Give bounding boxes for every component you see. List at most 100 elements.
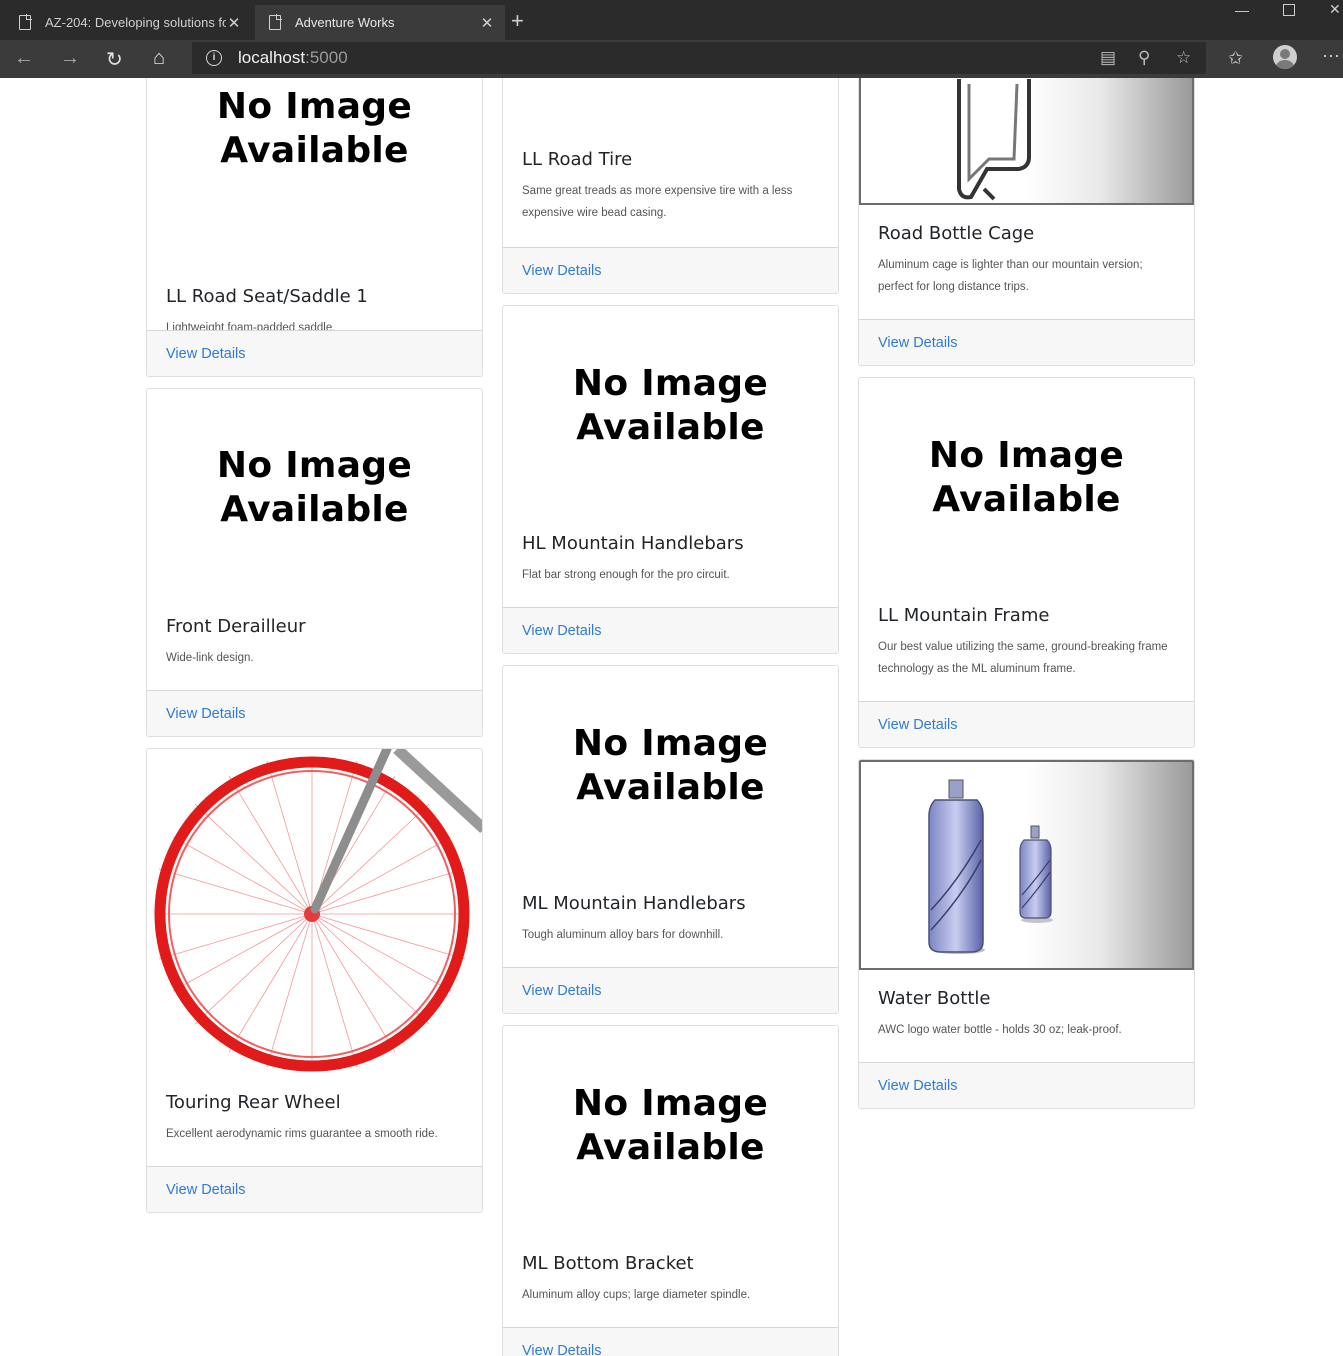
product-card: No Image Available ML Mountain Handlebars…	[502, 665, 839, 1014]
tab-adventure-works[interactable]: Adventure Works ✕	[255, 5, 505, 40]
maximize-icon[interactable]	[1283, 4, 1295, 16]
product-card: No Image Available LL Mountain Frame Our …	[858, 377, 1195, 748]
read-aloud-icon[interactable]: ▤	[1100, 48, 1116, 68]
view-details-link[interactable]: View Details	[166, 1182, 246, 1198]
product-description: Our best value utilizing the same, groun…	[878, 641, 1168, 675]
no-image-line1: No Image	[928, 435, 1125, 476]
minimize-icon[interactable]: —	[1235, 2, 1249, 18]
tab-az204[interactable]: AZ-204: Developing solutions for ✕	[5, 5, 252, 40]
page-icon	[19, 14, 32, 30]
card-footer: View Details	[503, 247, 838, 293]
product-title: ML Mountain Handlebars	[522, 893, 746, 914]
view-details-link[interactable]: View Details	[522, 1343, 602, 1356]
product-title: LL Mountain Frame	[878, 605, 1050, 626]
card-footer: View Details	[147, 690, 482, 736]
product-title: Touring Rear Wheel	[166, 1092, 341, 1113]
url-host: localhost	[238, 48, 306, 67]
product-description: Same great treads as more expensive tire…	[522, 185, 793, 219]
url-text[interactable]: localhost:5000	[238, 48, 348, 68]
product-card: No Image Available LL Road Seat/Saddle 1 …	[146, 78, 483, 377]
product-description: Flat bar strong enough for the pro circu…	[522, 569, 730, 581]
more-options-icon[interactable]: ···	[1322, 45, 1340, 66]
product-card: Water Bottle AWC logo water bottle - hol…	[858, 759, 1195, 1109]
product-title: ML Bottom Bracket	[522, 1253, 694, 1274]
no-image-placeholder: No Image Available	[503, 306, 838, 531]
no-image-line1: No Image	[572, 723, 769, 764]
no-image-placeholder: No Image Available	[147, 78, 482, 284]
view-details-link[interactable]: View Details	[166, 706, 246, 722]
product-description: Wide-link design.	[166, 652, 254, 664]
favorites-icon[interactable]: ✩	[1228, 48, 1243, 69]
no-image-line2: Available	[220, 130, 409, 171]
zoom-icon[interactable]: ⚲	[1138, 48, 1150, 68]
close-icon[interactable]: ✕	[479, 14, 495, 32]
view-details-link[interactable]: View Details	[878, 335, 958, 351]
page-content: No Image Available LL Road Seat/Saddle 1 …	[0, 78, 1343, 1356]
product-card: No Image Available ML Bottom Bracket Alum…	[502, 1025, 839, 1356]
card-footer: View Details	[147, 330, 482, 376]
card-footer: View Details	[503, 1327, 838, 1356]
view-details-link[interactable]: View Details	[878, 1078, 958, 1094]
view-details-link[interactable]: View Details	[878, 717, 958, 733]
window-close-icon[interactable]: ✕	[1329, 1, 1341, 18]
page-icon	[269, 14, 282, 30]
url-port: :5000	[305, 48, 348, 67]
product-card: No Image Available HL Mountain Handlebars…	[502, 305, 839, 654]
navigation-bar: ← → ↻ ⌂ i localhost:5000 ▤ ⚲ ☆ ✩ ···	[0, 40, 1343, 78]
product-title: LL Road Seat/Saddle 1	[166, 286, 368, 307]
close-icon[interactable]: ✕	[226, 14, 242, 32]
card-footer: View Details	[503, 607, 838, 653]
no-image-placeholder	[503, 78, 838, 147]
no-image-placeholder: No Image Available	[503, 666, 838, 891]
product-title: HL Mountain Handlebars	[522, 533, 744, 554]
product-description: Excellent aerodynamic rims guarantee a s…	[166, 1128, 438, 1140]
no-image-line1: No Image	[216, 86, 413, 127]
no-image-line2: Available	[576, 407, 765, 448]
water-bottles-drawing	[928, 779, 1053, 954]
no-image-line2: Available	[576, 767, 765, 808]
product-card: No Image Available Front Derailleur Wide-…	[146, 388, 483, 737]
no-image-line1: No Image	[216, 445, 413, 486]
no-image-placeholder: No Image Available	[503, 1026, 838, 1251]
card-footer: View Details	[859, 1062, 1194, 1108]
forward-icon[interactable]: →	[60, 47, 80, 70]
product-description: Tough aluminum alloy bars for downhill.	[522, 929, 724, 941]
address-bar[interactable]: i localhost:5000 ▤ ⚲ ☆	[192, 42, 1206, 74]
card-footer: View Details	[859, 319, 1194, 365]
view-details-link[interactable]: View Details	[166, 346, 246, 362]
no-image-placeholder: No Image Available	[147, 389, 482, 614]
touring-wheel-image	[154, 749, 482, 1072]
product-description: AWC logo water bottle - holds 30 oz; lea…	[878, 1024, 1122, 1036]
tab-title: Adventure Works	[295, 15, 395, 30]
view-details-link[interactable]: View Details	[522, 623, 602, 639]
no-image-line1: No Image	[572, 1083, 769, 1124]
bottle-cage-drawing	[957, 79, 1031, 201]
product-card: LL Road Tire Same great treads as more e…	[502, 78, 839, 294]
no-image-line2: Available	[576, 1127, 765, 1168]
info-icon[interactable]: i	[206, 50, 222, 66]
profile-avatar-icon[interactable]	[1273, 45, 1297, 69]
refresh-icon[interactable]: ↻	[106, 47, 123, 72]
product-title: Water Bottle	[878, 988, 991, 1009]
product-title: Road Bottle Cage	[878, 223, 1035, 244]
card-footer: View Details	[147, 1166, 482, 1212]
product-title: Front Derailleur	[166, 616, 306, 637]
back-icon[interactable]: ←	[14, 47, 34, 70]
favorite-star-icon[interactable]: ☆	[1176, 48, 1191, 68]
new-tab-icon[interactable]: +	[511, 8, 524, 34]
view-details-link[interactable]: View Details	[522, 263, 602, 279]
tab-bar: AZ-204: Developing solutions for ✕ Adven…	[0, 0, 1343, 40]
card-footer: View Details	[859, 701, 1194, 747]
product-description: Aluminum cage is lighter than our mounta…	[878, 259, 1143, 293]
view-details-link[interactable]: View Details	[522, 983, 602, 999]
product-card: Road Bottle Cage Aluminum cage is lighte…	[858, 78, 1195, 366]
product-title: LL Road Tire	[522, 149, 633, 170]
wheel-image	[147, 749, 482, 1074]
product-description: Aluminum alloy cups; large diameter spin…	[522, 1289, 751, 1301]
water-bottle-image	[859, 760, 1194, 970]
tab-title: AZ-204: Developing solutions for	[45, 15, 226, 30]
home-icon[interactable]: ⌂	[153, 47, 165, 70]
product-card: Touring Rear Wheel Excellent aerodynamic…	[146, 748, 483, 1213]
no-image-placeholder: No Image Available	[859, 378, 1194, 603]
card-footer: View Details	[503, 967, 838, 1013]
